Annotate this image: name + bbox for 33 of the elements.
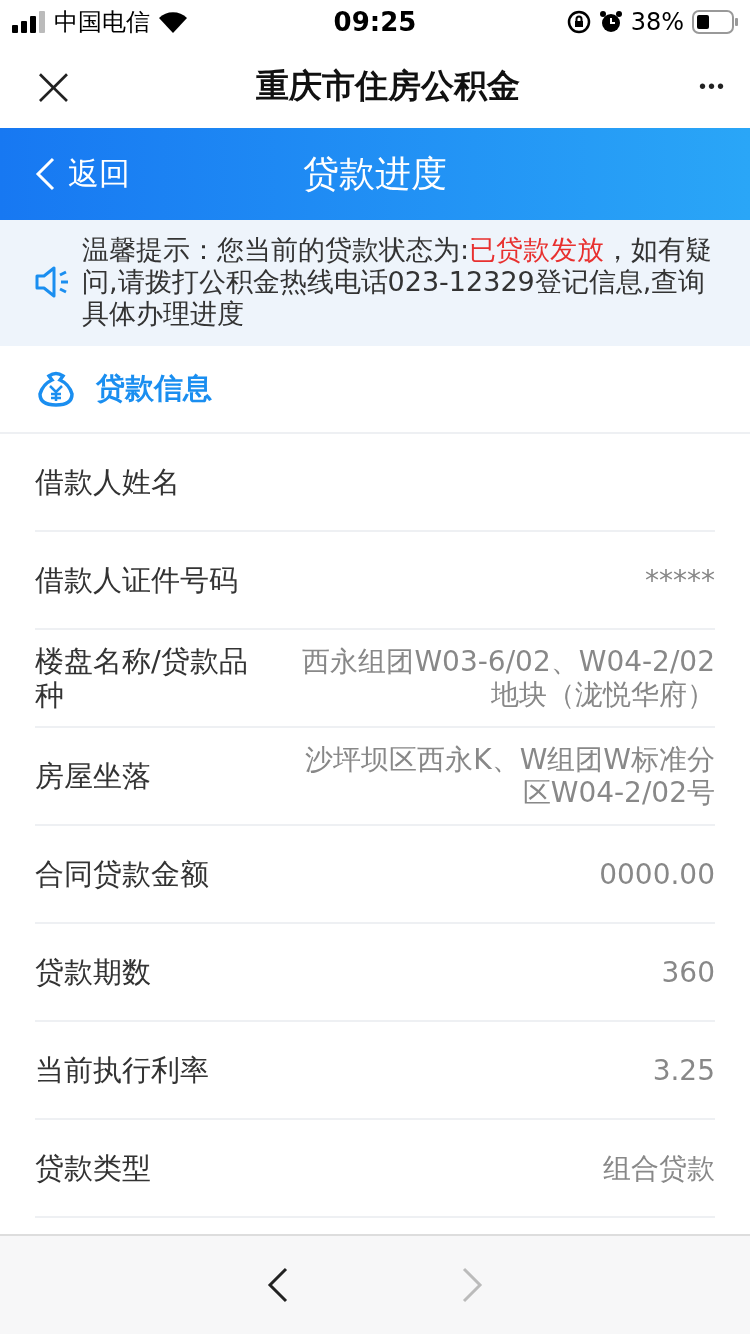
field-label: 合同贷款金额 <box>35 857 210 891</box>
battery-percent: 38% <box>630 8 684 36</box>
field-label: 楼盘名称/贷款品种 <box>35 644 249 712</box>
back-button[interactable]: 返回 <box>0 153 130 195</box>
field-value: 360 <box>661 955 715 989</box>
section-title: 贷款信息 <box>96 370 212 407</box>
field-value: 3.25 <box>652 1053 715 1087</box>
field-label: 贷款类型 <box>35 1151 152 1185</box>
field-value: 0000.00 <box>599 857 715 891</box>
field-label: 借款人证件号码 <box>35 563 239 597</box>
field-label: 贷款期数 <box>35 955 152 989</box>
battery-icon <box>692 10 738 34</box>
page-title: 重庆市住房公积金 <box>255 64 520 107</box>
wifi-icon <box>158 11 188 33</box>
notice-text: 温馨提示：您当前的贷款状态为:已贷款发放，如有疑问,请拨打公积金热线电话023-12329登记信息,查询具体办理进度 <box>82 234 714 330</box>
header-title: 贷款进度 <box>303 151 447 196</box>
clock-time: 09:25 <box>333 7 417 37</box>
field-label: 房屋坐落 <box>35 759 152 793</box>
field-value: ***** <box>645 563 715 597</box>
speaker-icon <box>34 265 70 299</box>
field-value: 组合贷款 <box>603 1151 715 1185</box>
field-value: 西永组团W03-6/02、W04-2/02地块（泷悦华府） <box>301 645 715 711</box>
alarm-icon <box>598 10 623 34</box>
money-bag-icon <box>36 370 76 408</box>
more-button[interactable]: ••• <box>699 74 726 98</box>
field-label: 借款人姓名 <box>35 465 181 499</box>
field-value: 沙坪坝区西永K、W组团W标准分区W04-2/02号 <box>304 743 715 809</box>
signal-icon <box>12 11 46 33</box>
rotation-lock-icon <box>566 10 591 34</box>
carrier-name: 中国电信 <box>54 7 150 38</box>
close-button[interactable]: × <box>30 58 77 114</box>
field-label: 当前执行利率 <box>35 1053 210 1087</box>
chevron-left-icon <box>34 157 56 191</box>
